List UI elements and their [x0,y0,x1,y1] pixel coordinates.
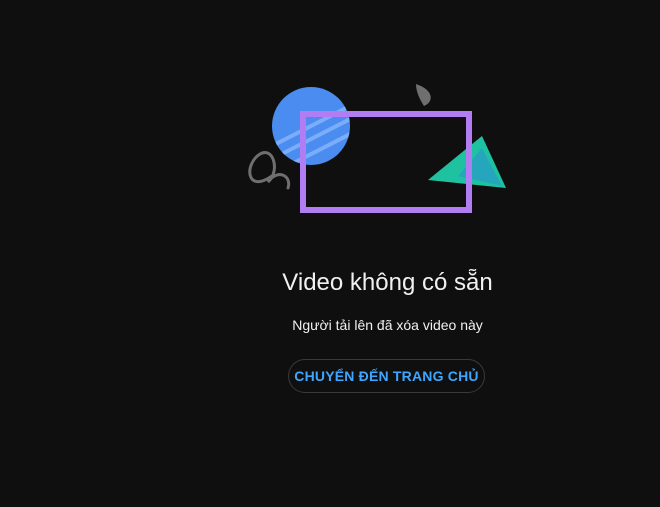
page-subtitle: Người tải lên đã xóa video này [292,317,483,333]
half-moon-icon [416,84,431,106]
unavailable-video-illustration-icon [248,84,506,213]
video-unavailable-page: Video không có sẵn Người tải lên đã xóa … [0,0,660,507]
squiggle-icon [248,151,291,190]
go-to-home-button[interactable]: CHUYỂN ĐẾN TRANG CHỦ [288,359,485,393]
page-title: Video không có sẵn [282,269,493,296]
